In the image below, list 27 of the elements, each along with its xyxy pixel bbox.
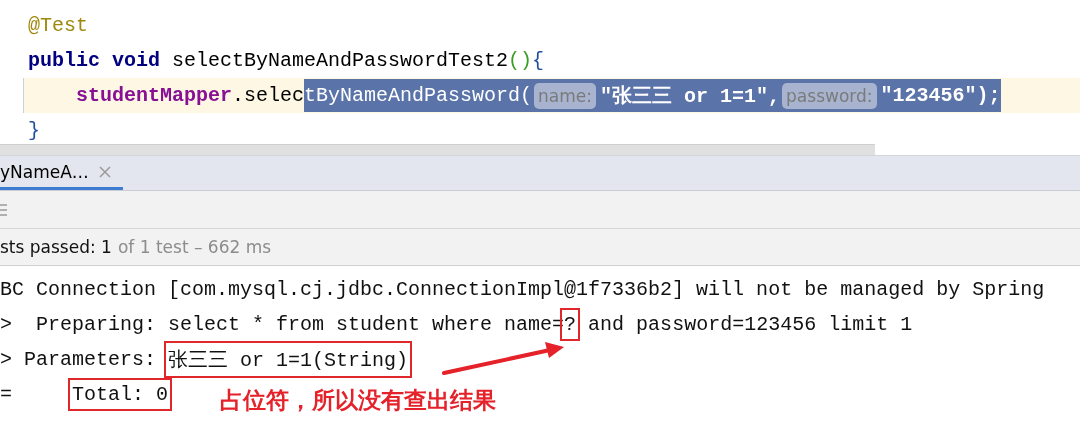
close-icon[interactable] bbox=[98, 165, 111, 178]
test-detail-text: of 1 test – 662 ms bbox=[117, 237, 272, 257]
code-token: @Test bbox=[28, 13, 88, 39]
annotation-note: 占位符，所以没有查出结果 bbox=[220, 386, 497, 415]
code-token: selectByNameAndPasswordTest2 bbox=[172, 48, 509, 74]
list-icon[interactable] bbox=[0, 202, 8, 217]
code-token: tByNameAndPassword( bbox=[304, 79, 533, 112]
console-text: > Parameters: bbox=[0, 348, 158, 371]
code-token: "张三三 or 1=1", bbox=[600, 79, 781, 112]
code-token: "123456"); bbox=[880, 79, 1001, 112]
parameter-hint: password: bbox=[782, 82, 877, 109]
code-token: } bbox=[28, 118, 40, 144]
code-token: { bbox=[532, 48, 545, 74]
parameter-hint: name: bbox=[534, 82, 597, 109]
console-text: and password=123456 limit 1 bbox=[587, 313, 913, 336]
scrollbar[interactable] bbox=[0, 144, 875, 155]
code-token: public bbox=[28, 48, 100, 74]
console-text: BC Connection [com.mysql.cj.jdbc.ConnectionImpl@1f7336b2] will not be managed by Spring bbox=[0, 278, 1045, 301]
code-token: () bbox=[508, 48, 533, 74]
highlighted-console-text: ? bbox=[560, 308, 581, 341]
tests-passed-text: sts passed: 1 bbox=[0, 237, 112, 257]
code-token: void bbox=[112, 48, 161, 74]
highlighted-console-text: Total: 0 bbox=[68, 378, 173, 411]
highlighted-console-text: 张三三 or 1=1(String) bbox=[164, 341, 413, 378]
code-token: studentMapper bbox=[76, 83, 233, 109]
console-text: = bbox=[0, 383, 13, 406]
code-token: .selec bbox=[232, 83, 305, 109]
